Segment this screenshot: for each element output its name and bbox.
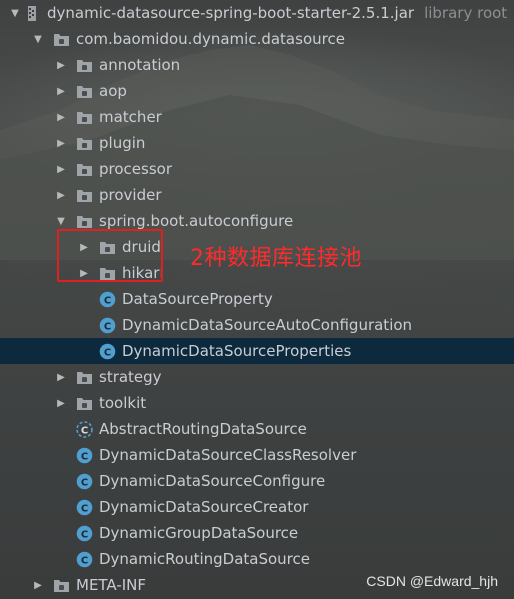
tree-item-label: DynamicGroupDataSource <box>99 524 299 542</box>
svg-text:C: C <box>81 451 88 462</box>
class-icon: C <box>99 343 116 360</box>
collapsed-chevron-icon[interactable]: ▶ <box>56 130 66 156</box>
package-icon <box>53 31 70 48</box>
package-icon <box>76 57 93 74</box>
tree-row[interactable]: ▼ dynamic-datasource-spring-boot-starter-… <box>0 0 514 26</box>
class-icon: C <box>99 317 116 334</box>
tree-row[interactable]: ▶CDataSourceProperty <box>0 286 514 312</box>
package-icon <box>53 577 70 594</box>
tree-row[interactable]: ▶CDynamicRoutingDataSource <box>0 546 514 572</box>
tree-row[interactable]: ▶CDynamicDataSourceClassResolver <box>0 442 514 468</box>
tree-row[interactable]: ▶CDynamicDataSourceCreator <box>0 494 514 520</box>
package-icon <box>76 161 93 178</box>
class-icon: C <box>76 499 93 516</box>
tree-item-label: DynamicDataSourceAutoConfiguration <box>122 316 413 334</box>
library-root-hint: library root <box>424 4 508 22</box>
tree-row[interactable]: ▶CDynamicDataSourceProperties <box>0 338 514 364</box>
annotation-text: 2种数据库连接池 <box>190 246 362 271</box>
collapsed-chevron-icon[interactable]: ▶ <box>56 52 66 78</box>
collapsed-chevron-icon[interactable]: ▶ <box>56 78 66 104</box>
tree-item-label: DynamicDataSourceClassResolver <box>99 446 357 464</box>
svg-text:C: C <box>81 425 88 436</box>
tree-item-label: toolkit <box>99 394 147 412</box>
tree-row[interactable]: ▶ plugin <box>0 130 514 156</box>
class-icon: C <box>76 447 93 464</box>
tree-item-label: processor <box>99 160 172 178</box>
collapsed-chevron-icon[interactable]: ▶ <box>56 104 66 130</box>
tree-item-label: provider <box>99 186 162 204</box>
class-icon: C <box>99 291 116 308</box>
jar-icon <box>24 5 41 22</box>
svg-text:C: C <box>104 321 111 332</box>
tree-item-label: AbstractRoutingDataSource <box>99 420 307 438</box>
collapsed-chevron-icon[interactable]: ▶ <box>56 156 66 182</box>
svg-text:C: C <box>81 555 88 566</box>
tree-item-label: DataSourceProperty <box>122 290 273 308</box>
package-icon <box>76 109 93 126</box>
tree-row[interactable]: ▶ matcher <box>0 104 514 130</box>
class-icon: C <box>76 473 93 490</box>
watermark: CSDN @Edward_hjh <box>366 573 498 589</box>
collapsed-chevron-icon[interactable]: ▶ <box>33 572 43 598</box>
package-icon <box>76 369 93 386</box>
package-icon <box>76 213 93 230</box>
tree-row[interactable]: ▶ provider <box>0 182 514 208</box>
tree-row[interactable]: ▶ processor <box>0 156 514 182</box>
tree-row[interactable]: ▶CDynamicDataSourceConfigure <box>0 468 514 494</box>
collapsed-chevron-icon[interactable]: ▶ <box>56 390 66 416</box>
expanded-chevron-icon[interactable]: ▼ <box>33 26 43 52</box>
tree-item-label: plugin <box>99 134 146 152</box>
tree-item-label: annotation <box>99 56 181 74</box>
package-icon <box>76 187 93 204</box>
tree-item-label: com.baomidou.dynamic.datasource <box>76 30 345 48</box>
tree-row[interactable]: ▶ strategy <box>0 364 514 390</box>
tree-item-label: DynamicDataSourceCreator <box>99 498 309 516</box>
tree-row[interactable]: ▶CAbstractRoutingDataSource <box>0 416 514 442</box>
class-icon: C <box>76 525 93 542</box>
svg-text:C: C <box>104 347 111 358</box>
tree-row[interactable]: ▶CDynamicGroupDataSource <box>0 520 514 546</box>
tree-item-label: dynamic-datasource-spring-boot-starter-2… <box>47 4 415 22</box>
collapsed-chevron-icon[interactable]: ▶ <box>56 182 66 208</box>
abstract-class-icon: C <box>76 420 93 438</box>
tree-item-label: aop <box>99 82 127 100</box>
tree-row[interactable]: ▶ aop <box>0 78 514 104</box>
svg-text:C: C <box>81 477 88 488</box>
expanded-chevron-icon[interactable]: ▼ <box>10 0 20 26</box>
annotation-highlight-box <box>57 229 163 282</box>
tree-item-label: strategy <box>99 368 162 386</box>
tree-item-label: DynamicRoutingDataSource <box>99 550 310 568</box>
svg-text:C: C <box>81 503 88 514</box>
tree-row[interactable]: ▼ com.baomidou.dynamic.datasource <box>0 26 514 52</box>
tree-row[interactable]: ▶CDynamicDataSourceAutoConfiguration <box>0 312 514 338</box>
package-icon <box>76 135 93 152</box>
package-icon <box>76 395 93 412</box>
tree-row[interactable]: ▶ toolkit <box>0 390 514 416</box>
collapsed-chevron-icon[interactable]: ▶ <box>56 364 66 390</box>
tree-item-label: DynamicDataSourceProperties <box>122 342 352 360</box>
tree-row[interactable]: ▶ annotation <box>0 52 514 78</box>
tree-item-label: matcher <box>99 108 162 126</box>
package-icon <box>76 83 93 100</box>
tree-item-label: DynamicDataSourceConfigure <box>99 472 326 490</box>
tree-item-label: spring.boot.autoconfigure <box>99 212 294 230</box>
tree-item-label: META-INF <box>76 576 147 594</box>
class-icon: C <box>76 551 93 568</box>
svg-text:C: C <box>81 529 88 540</box>
svg-text:C: C <box>104 295 111 306</box>
